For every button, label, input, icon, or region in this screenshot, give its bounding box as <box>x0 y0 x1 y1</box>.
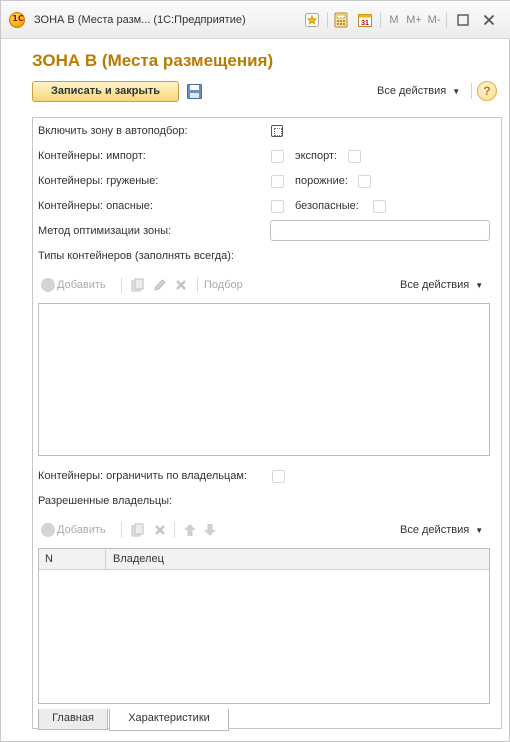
allowed-owners-label: Разрешенные владельцы: <box>38 495 173 507</box>
dangerous-checkbox[interactable] <box>271 200 284 213</box>
dropdown-arrow-icon: ▼ <box>475 281 484 290</box>
tab-main[interactable]: Главная <box>38 709 108 730</box>
delete-icon[interactable] <box>153 523 167 537</box>
add-icon <box>41 278 55 292</box>
separator <box>121 277 122 293</box>
owners-table[interactable]: N Владелец <box>38 548 490 704</box>
all-actions-label: Все действия <box>400 279 470 291</box>
copy-icon[interactable] <box>131 523 145 537</box>
memory-plus-button[interactable]: M+ <box>405 12 423 28</box>
separator <box>471 83 472 99</box>
window-title: ЗОНА В (Места разм... (1С:Предприятие) <box>34 14 246 26</box>
column-header-owner[interactable]: Владелец <box>113 553 164 565</box>
optimization-label: Метод оптимизации зоны: <box>38 225 172 237</box>
types-all-actions-menu[interactable]: Все действия ▼ <box>400 279 483 291</box>
move-down-icon[interactable] <box>203 523 217 537</box>
separator <box>105 549 106 570</box>
column-header-n[interactable]: N <box>45 553 53 565</box>
import-label: Контейнеры: импорт: <box>38 150 146 162</box>
save-and-close-button[interactable]: Записать и закрыть <box>32 81 179 102</box>
1c-logo-icon: 1С <box>9 12 25 28</box>
save-icon[interactable] <box>187 84 202 99</box>
calendar-icon[interactable]: 31 <box>357 12 373 28</box>
separator <box>446 12 447 28</box>
types-add-button[interactable]: Добавить <box>57 279 106 291</box>
edit-pencil-icon[interactable] <box>153 278 167 292</box>
optimization-method-input[interactable] <box>270 220 490 241</box>
form-title: ЗОНА В (Места размещения) <box>32 51 274 70</box>
owners-all-actions-menu[interactable]: Все действия ▼ <box>400 524 483 536</box>
pick-button[interactable]: Подбор <box>204 279 243 291</box>
separator <box>121 522 122 538</box>
all-actions-menu[interactable]: Все действия ▼ <box>377 85 460 97</box>
autoselect-checkbox[interactable] <box>271 125 283 137</box>
dropdown-arrow-icon: ▼ <box>475 526 484 535</box>
separator <box>327 12 328 28</box>
separator <box>174 522 175 538</box>
loaded-checkbox[interactable] <box>271 175 284 188</box>
restrict-owners-label: Контейнеры: ограничить по владельцам: <box>38 470 248 482</box>
add-icon <box>41 523 55 537</box>
export-label: экспорт: <box>295 150 338 162</box>
container-types-label: Типы контейнеров (заполнять всегда): <box>38 250 234 262</box>
autoselect-label: Включить зону в автоподбор: <box>38 125 188 137</box>
empty-checkbox[interactable] <box>358 175 371 188</box>
delete-icon[interactable] <box>174 278 188 292</box>
move-up-icon[interactable] <box>183 523 197 537</box>
safe-checkbox[interactable] <box>373 200 386 213</box>
svg-text:31: 31 <box>361 20 369 27</box>
memory-m-button[interactable]: M <box>387 12 401 28</box>
dangerous-label: Контейнеры: опасные: <box>38 200 153 212</box>
all-actions-label: Все действия <box>377 85 447 97</box>
restrict-owners-checkbox[interactable] <box>272 470 285 483</box>
close-icon[interactable] <box>481 12 497 28</box>
favorite-icon[interactable] <box>304 12 320 28</box>
loaded-label: Контейнеры: груженые: <box>38 175 159 187</box>
export-checkbox[interactable] <box>348 150 361 163</box>
empty-label: порожние: <box>295 175 348 187</box>
copy-icon[interactable] <box>131 278 145 292</box>
separator <box>380 12 381 28</box>
container-types-list[interactable] <box>38 303 490 456</box>
owners-add-button[interactable]: Добавить <box>57 524 106 536</box>
import-checkbox[interactable] <box>271 150 284 163</box>
tab-characteristics[interactable]: Характеристики <box>109 709 229 731</box>
all-actions-label: Все действия <box>400 524 470 536</box>
dropdown-arrow-icon: ▼ <box>452 87 461 96</box>
separator <box>197 277 198 293</box>
table-header: N Владелец <box>39 549 489 570</box>
safe-label: безопасные: <box>295 200 359 212</box>
title-bar: 1С ЗОНА В (Места разм... (1С:Предприятие… <box>1 1 510 39</box>
window: 1С ЗОНА В (Места разм... (1С:Предприятие… <box>0 0 510 742</box>
maximize-icon[interactable] <box>455 12 471 28</box>
memory-minus-button[interactable]: M- <box>426 12 442 28</box>
calculator-icon[interactable] <box>333 12 349 28</box>
help-button[interactable]: ? <box>477 81 497 101</box>
